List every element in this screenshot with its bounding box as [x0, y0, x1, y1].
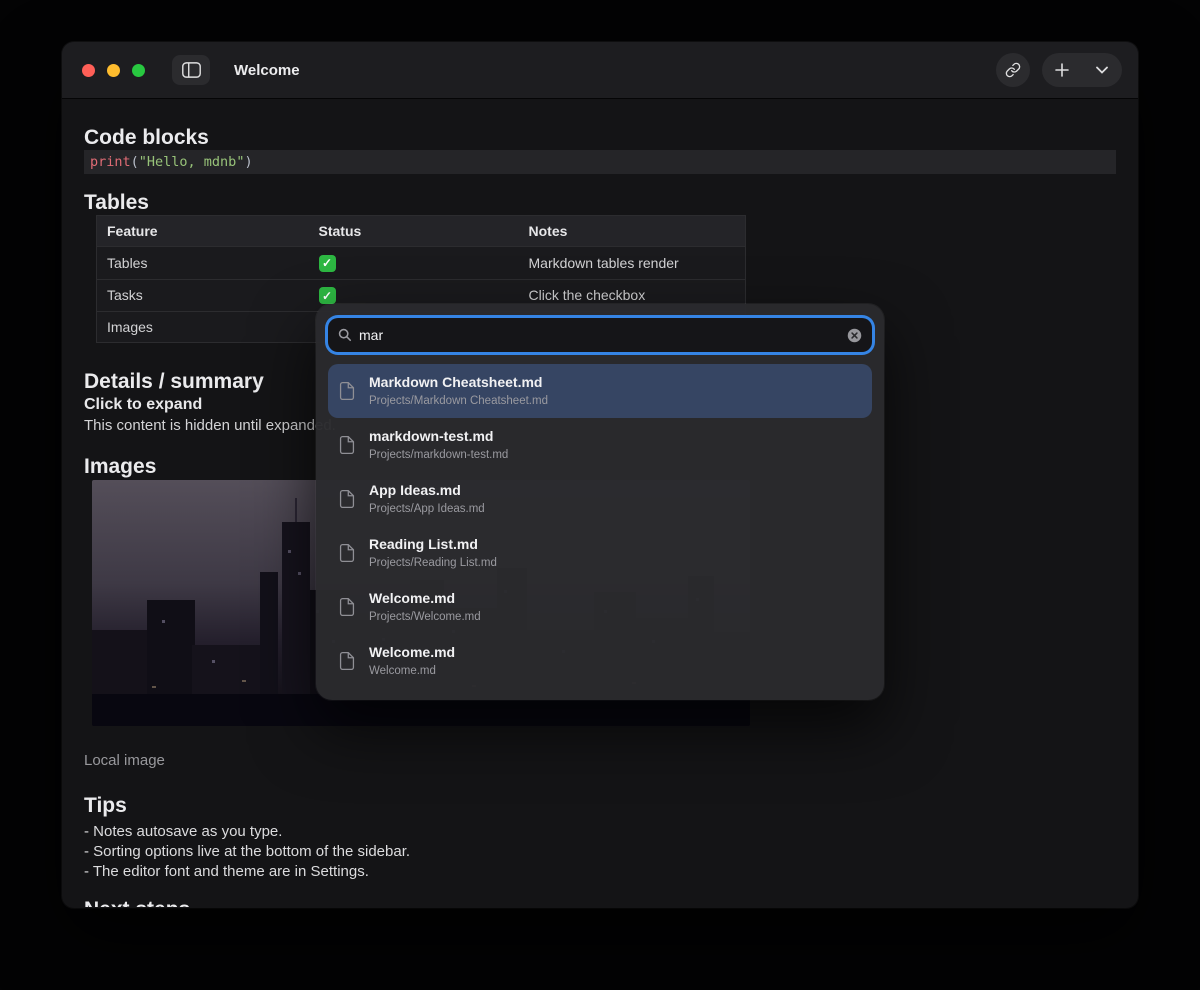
titlebar: Welcome — [62, 42, 1138, 99]
code-paren-close: ) — [244, 154, 252, 170]
table-row: Tables Markdown tables render — [97, 247, 746, 280]
checkbox-checked-icon — [319, 255, 336, 272]
quick-open-dialog: Markdown Cheatsheet.md Projects/Markdown… — [316, 304, 884, 700]
heading-code-blocks: Code blocks — [84, 125, 1116, 150]
result-title: Welcome.md — [369, 644, 455, 661]
new-note-button-group — [1042, 53, 1122, 87]
plus-icon — [1055, 63, 1069, 77]
result-title: Markdown Cheatsheet.md — [369, 374, 548, 391]
clear-icon — [847, 328, 862, 343]
traffic-lights — [82, 64, 145, 77]
zoom-button[interactable] — [132, 64, 145, 77]
link-icon — [1005, 62, 1021, 78]
search-result-item[interactable]: Reading List.md Projects/Reading List.md — [328, 526, 872, 580]
file-icon — [338, 544, 356, 562]
close-button[interactable] — [82, 64, 95, 77]
minimize-button[interactable] — [107, 64, 120, 77]
new-note-button[interactable] — [1042, 53, 1082, 87]
file-icon — [338, 382, 356, 400]
search-result-item[interactable]: App Ideas.md Projects/App Ideas.md — [328, 472, 872, 526]
file-icon — [338, 598, 356, 616]
search-results: Markdown Cheatsheet.md Projects/Markdown… — [316, 352, 884, 700]
code-paren-open: ( — [131, 154, 139, 170]
search-icon — [338, 328, 352, 342]
search-result-item[interactable]: Welcome.md Projects/Welcome.md — [328, 580, 872, 634]
code-keyword: print — [90, 154, 131, 170]
result-path: Projects/App Ideas.md — [369, 502, 485, 516]
heading-tips: Tips — [84, 793, 1116, 818]
image-caption: Local image — [84, 751, 1116, 771]
result-title: markdown-test.md — [369, 428, 508, 445]
cell-feature: Tasks — [97, 279, 309, 312]
table-header-notes: Notes — [519, 216, 746, 247]
cell-feature: Images — [97, 312, 309, 343]
result-title: App Ideas.md — [369, 482, 485, 499]
result-title: Reading List.md — [369, 536, 497, 553]
heading-tables: Tables — [84, 190, 1116, 215]
search-result-item[interactable]: Welcome.md Welcome.md — [328, 634, 872, 688]
file-icon — [338, 490, 356, 508]
tips-list: - Notes autosave as you type. - Sorting … — [84, 822, 1116, 882]
result-path: Projects/Welcome.md — [369, 610, 481, 624]
checkbox-checked-icon — [319, 287, 336, 304]
sidebar-icon — [182, 62, 201, 78]
search-input[interactable] — [359, 327, 840, 343]
window-title: Welcome — [234, 62, 300, 79]
copy-link-button[interactable] — [996, 53, 1030, 87]
search-result-item[interactable]: Markdown Cheatsheet.md Projects/Markdown… — [328, 364, 872, 418]
result-path: Projects/Reading List.md — [369, 556, 497, 570]
result-path: Projects/Markdown Cheatsheet.md — [369, 394, 548, 408]
titlebar-actions — [996, 53, 1122, 87]
result-path: Projects/markdown-test.md — [369, 448, 508, 462]
file-icon — [338, 436, 356, 454]
tip-item: - Notes autosave as you type. — [84, 822, 1116, 842]
chevron-down-icon — [1096, 66, 1108, 74]
code-block: print("Hello, mdnb") — [84, 150, 1116, 174]
cell-status — [309, 247, 519, 280]
result-title: Welcome.md — [369, 590, 481, 607]
cell-notes: Markdown tables render — [519, 247, 746, 280]
tip-item: - Sorting options live at the bottom of … — [84, 842, 1116, 862]
tip-item: - The editor font and theme are in Setti… — [84, 862, 1116, 882]
clear-search-button[interactable] — [847, 328, 862, 343]
table-header-status: Status — [309, 216, 519, 247]
result-path: Welcome.md — [369, 664, 455, 678]
table-header-feature: Feature — [97, 216, 309, 247]
file-icon — [338, 652, 356, 670]
code-string: "Hello, mdnb" — [139, 154, 245, 170]
table-header-row: Feature Status Notes — [97, 216, 746, 247]
search-result-item[interactable]: markdown-test.md Projects/markdown-test.… — [328, 418, 872, 472]
search-field — [328, 318, 872, 352]
new-note-menu-button[interactable] — [1082, 53, 1122, 87]
sidebar-toggle-button[interactable] — [172, 55, 210, 85]
cell-feature: Tables — [97, 247, 309, 280]
heading-next-steps: Next steps — [84, 897, 1116, 907]
